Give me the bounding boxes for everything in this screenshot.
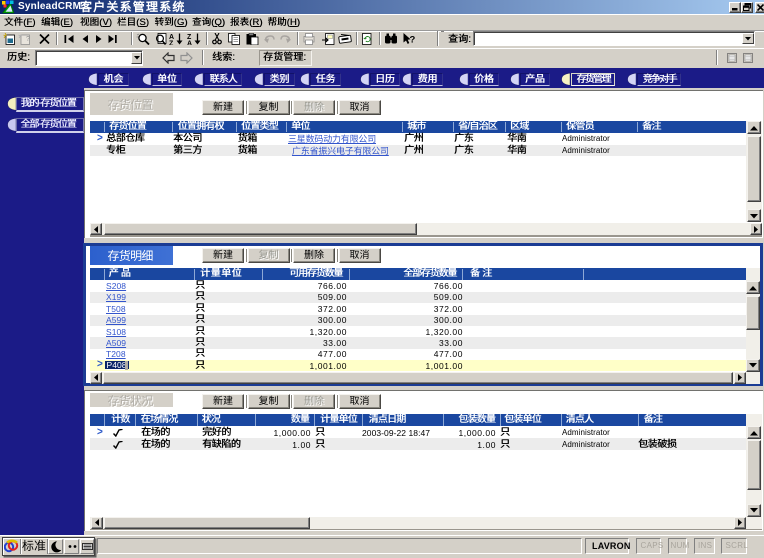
svg-text:?: ? — [26, 36, 30, 43]
svg-text:Z: Z — [169, 40, 174, 45]
svg-text:?: ? — [410, 34, 416, 45]
svg-text:A: A — [187, 40, 192, 45]
